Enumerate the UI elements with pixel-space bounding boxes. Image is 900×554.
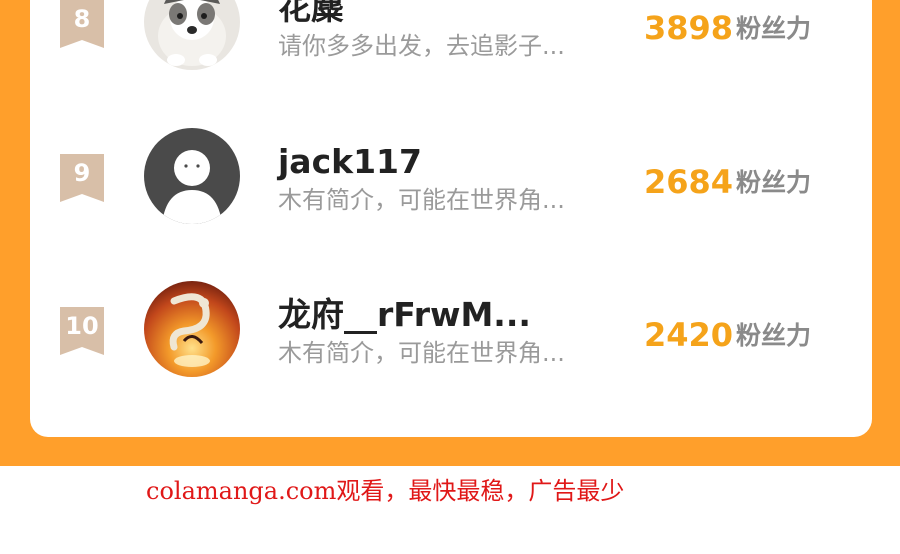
default-user-avatar-icon[interactable] <box>144 128 240 224</box>
ranking-row-10[interactable]: 10 龙府__rFrwM... 木有简介，可能在世界角... 2420 粉丝力 <box>30 271 872 381</box>
fans-count: 2684 <box>644 163 734 201</box>
watermark-text: colamanga.com观看，最快最稳，广告最少 <box>146 477 625 505</box>
fans-ranking-card: 8 花麋 请你多多出发，去追影子... 3898 粉丝力 9 jack117 木… <box>30 0 872 437</box>
rank-badge: 9 <box>60 154 104 202</box>
user-bio: 请你多多出发，去追影子... <box>278 32 565 60</box>
ranking-row-9[interactable]: 9 jack117 木有简介，可能在世界角... 2684 粉丝力 <box>30 118 872 228</box>
user-bio: 木有简介，可能在世界角... <box>278 186 565 214</box>
rank-badge: 10 <box>60 307 104 355</box>
rank-number: 10 <box>65 312 99 340</box>
dog-avatar-icon[interactable] <box>144 0 240 70</box>
fans-count: 3898 <box>644 9 734 47</box>
rank-number: 8 <box>73 5 91 33</box>
user-name: 龙府__rFrwM... <box>278 295 531 334</box>
ranking-row-8[interactable]: 8 花麋 请你多多出发，去追影子... 3898 粉丝力 <box>30 0 872 74</box>
fans-unit-label: 粉丝力 <box>736 321 812 350</box>
fans-unit-label: 粉丝力 <box>736 14 812 43</box>
rank-badge: 8 <box>60 0 104 48</box>
dragon-art-avatar-icon[interactable] <box>144 281 240 377</box>
fans-count: 2420 <box>644 316 734 354</box>
rank-number: 9 <box>73 159 91 187</box>
fans-unit-label: 粉丝力 <box>736 168 812 197</box>
user-name: 花麋 <box>278 0 344 27</box>
user-name: jack117 <box>278 142 422 181</box>
user-bio: 木有简介，可能在世界角... <box>278 339 565 367</box>
